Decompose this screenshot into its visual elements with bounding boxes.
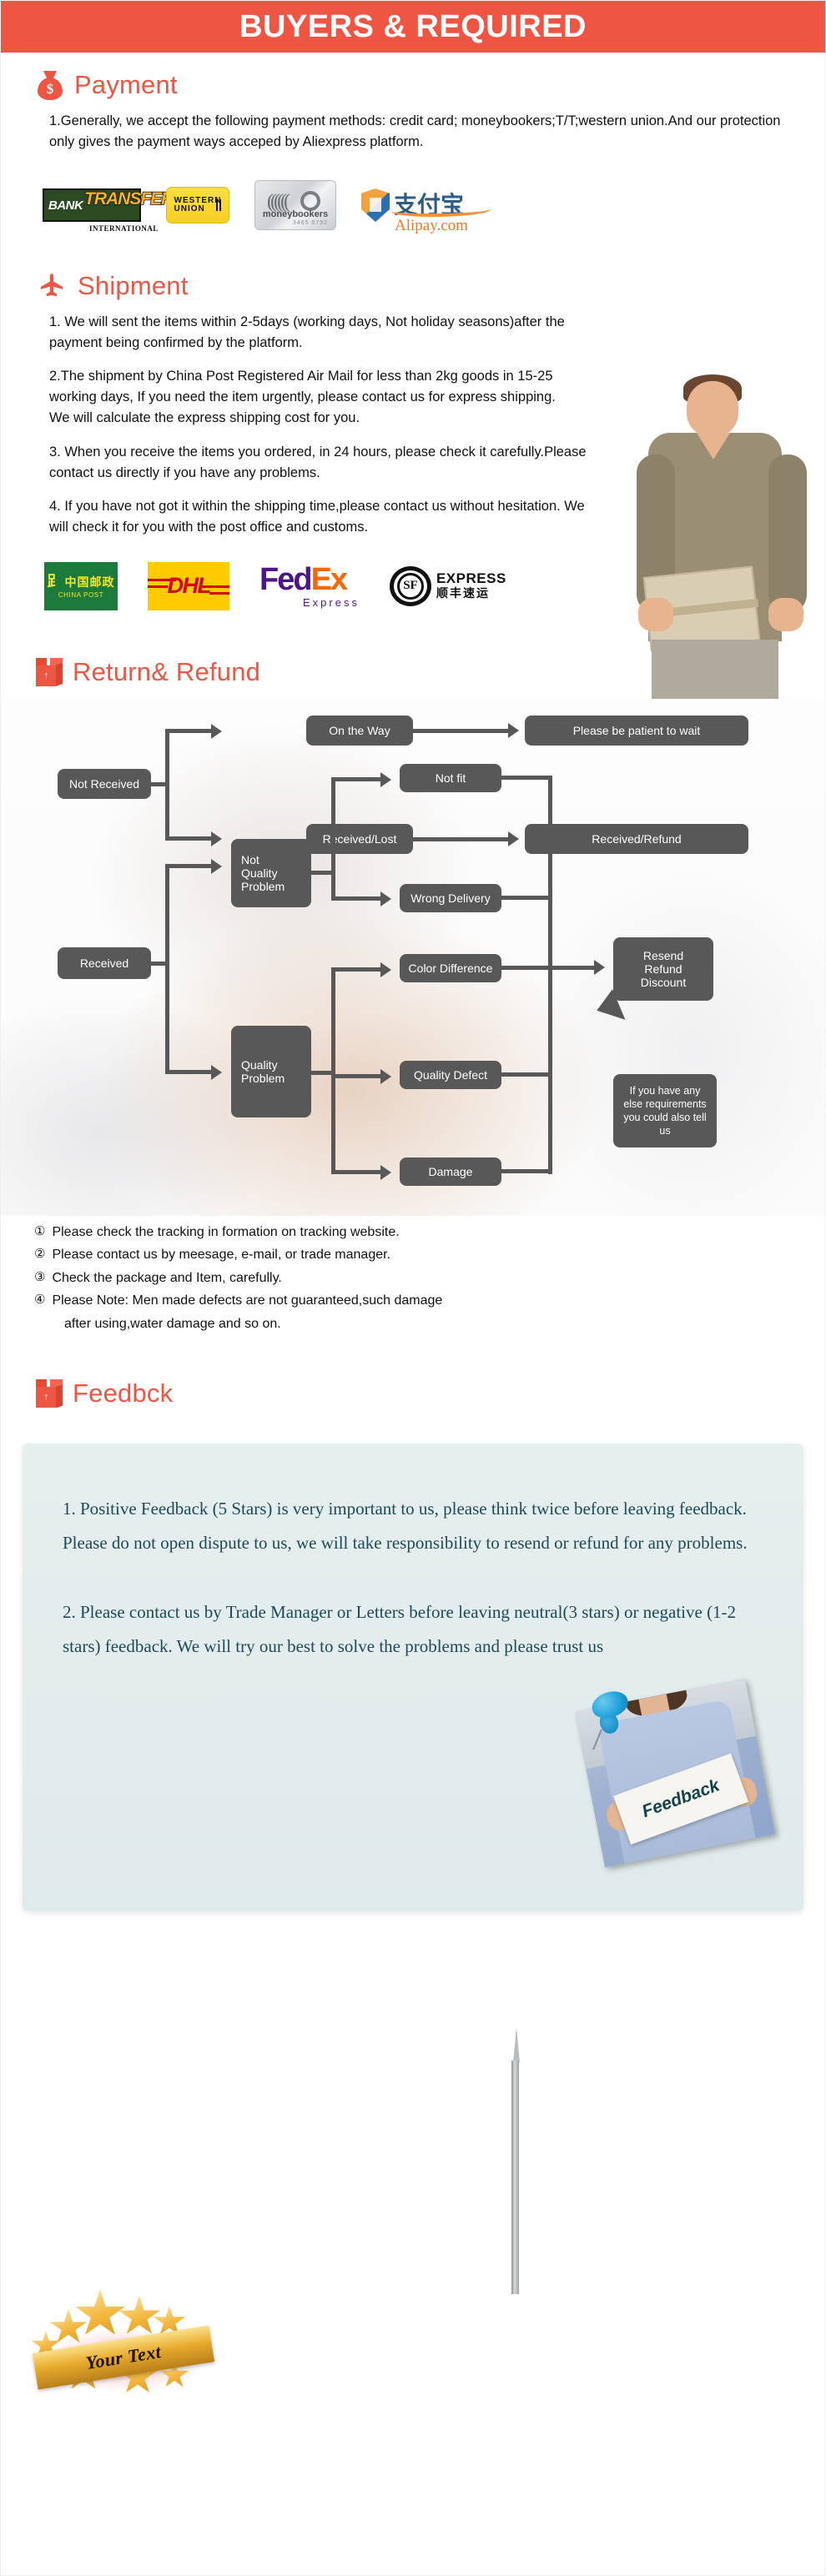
fedex-sublabel: Express xyxy=(303,596,360,610)
section-label-shipment: Shipment xyxy=(78,271,189,301)
feedback-box-icon: ↑ xyxy=(36,1379,63,1409)
note-item: ① Please check the tracking in formation… xyxy=(34,1221,800,1244)
fedex-word-fed: Fed xyxy=(259,562,313,598)
shipment-paragraph-3: We will calculate the express shipping c… xyxy=(49,410,360,426)
section-label-payment: Payment xyxy=(74,70,178,99)
push-pin-icon xyxy=(587,1686,635,1750)
western-union-bars-icon xyxy=(216,199,221,212)
china-post-logo: ⻊ 中国邮政 CHINA POST xyxy=(44,561,118,610)
note-marker-4: ④ xyxy=(34,1292,46,1308)
flow-node-please-be-patient: Please be patient to wait xyxy=(525,715,748,746)
alipay-logo: 支付宝 Alipay.com xyxy=(361,188,491,234)
flow-node-damage: Damage xyxy=(400,1157,501,1186)
shipment-paragraph-2: 2.The shipment by China Post Registered … xyxy=(49,369,556,405)
resend-line-1: Resend xyxy=(642,948,684,962)
shipment-paragraph-5: 4. If you have not got it within the shi… xyxy=(49,498,585,535)
quality-line-1: Quality xyxy=(241,1057,278,1072)
flow-node-not-fit: Not fit xyxy=(400,763,501,792)
badge-text: Your Text xyxy=(83,2341,163,2373)
payment-logos: BANK TRANSFER INTERNATIONAL WESTERN UNIO… xyxy=(1,165,825,234)
flow-node-not-received: Not Received xyxy=(58,768,151,799)
fedex-logo: FedEx Express xyxy=(259,564,360,608)
note-text-1: Please check the tracking in formation o… xyxy=(52,1224,400,1239)
note-marker-2: ② xyxy=(34,1246,46,1262)
bank-transfer-word-transfer: TRANSFER xyxy=(83,188,174,209)
bank-transfer-international-logo: BANK TRANSFER INTERNATIONAL xyxy=(43,188,174,233)
return-refund-flowchart: Not Received On the Way Please be patien… xyxy=(1,698,825,1216)
section-label-return-refund: Return& Refund xyxy=(73,656,261,686)
your-text-star-badge: Your Text xyxy=(31,2287,215,2398)
shipment-paragraph-1: 1. We will sent the items within 2-5days… xyxy=(49,314,565,351)
note-text-3: Check the package and Item, carefully. xyxy=(52,1270,282,1285)
payment-body: 1.Generally, we accept the following pay… xyxy=(1,111,825,153)
product-description-page: BUYERS & REQUIRED $ Payment 1.Generally,… xyxy=(0,0,826,2576)
section-label-feedback: Feedbck xyxy=(73,1378,174,1409)
not-quality-line-2: Quality xyxy=(241,866,278,880)
note-text-4: Please Note: Men made defects are not gu… xyxy=(52,1293,443,1308)
western-union-logo: WESTERN UNION xyxy=(166,187,229,224)
note-item: ④ Please Note: Men made defects are not … xyxy=(34,1289,800,1313)
feedback-paragraph-1: 1. Positive Feedback (5 Stars) is very i… xyxy=(63,1499,748,1554)
section-heading-shipment: Shipment xyxy=(1,270,825,302)
sf-oval-icon: SF xyxy=(389,565,431,606)
flow-node-quality-defect: Quality Defect xyxy=(400,1060,501,1089)
note-text-4-continued: after using,water damage and so on. xyxy=(64,1316,281,1331)
flow-node-color-difference: Color Difference xyxy=(400,953,501,982)
note-item: ② Please contact us by meesage, e-mail, … xyxy=(34,1243,800,1267)
flow-node-on-the-way: On the Way xyxy=(306,715,413,746)
flow-node-resend-refund-discount: Resend Refund Discount xyxy=(613,936,713,1001)
return-box-icon: ↑ xyxy=(36,657,63,686)
shipment-paragraph-4: 3. When you receive the items you ordere… xyxy=(49,444,587,480)
section-heading-feedback: ↑ Feedbck xyxy=(1,1378,825,1409)
return-refund-notes: ① Please check the tracking in formation… xyxy=(1,1216,825,1336)
payment-paragraph-1: 1.Generally, we accept the following pay… xyxy=(49,113,781,150)
page-banner: BUYERS & REQUIRED xyxy=(1,1,825,53)
alipay-swoosh-icon xyxy=(391,203,491,218)
china-post-chinese-label: 中国邮政 xyxy=(64,575,115,590)
china-post-mark-icon: ⻊ xyxy=(47,572,63,590)
china-post-english-label: CHINA POST xyxy=(58,590,104,599)
sf-express-logo: SF EXPRESS 顺丰速运 xyxy=(389,565,506,606)
flow-callout-extra-requirements: If you have any else requirements you co… xyxy=(613,1073,717,1147)
sf-english-label: EXPRESS xyxy=(436,570,506,587)
flow-node-quality-problem: Quality Problem xyxy=(231,1025,311,1117)
note-marker-1: ① xyxy=(34,1223,46,1238)
bank-transfer-word-bank: BANK xyxy=(48,198,83,213)
moneybookers-card-number: 3465 8792 xyxy=(292,220,328,227)
ring-icon xyxy=(300,191,320,212)
alipay-domain-label: Alipay.com xyxy=(395,217,468,235)
bank-transfer-word-international: INTERNATIONAL xyxy=(89,224,159,233)
note-item: ③ Check the package and Item, carefully. xyxy=(34,1267,800,1290)
feedback-paragraph-2: 2. Please contact us by Trade Manager or… xyxy=(63,1602,737,1657)
not-quality-line-3: Problem xyxy=(241,879,285,893)
dhl-logo: DHL xyxy=(148,561,229,610)
sf-mark-label: SF xyxy=(396,572,424,600)
flow-node-wrong-delivery: Wrong Delivery xyxy=(400,883,501,912)
alipay-shield-icon xyxy=(361,188,390,223)
note-marker-3: ③ xyxy=(34,1268,46,1284)
pen-illustration xyxy=(510,2027,523,2294)
resend-line-3: Discount xyxy=(640,975,687,989)
airplane-icon xyxy=(36,270,68,302)
section-heading-payment: $ Payment xyxy=(1,69,825,101)
feedback-placard-text: Feedback xyxy=(639,1775,723,1822)
flow-node-received: Received xyxy=(58,947,151,979)
flow-node-received-lost: Received/Lost xyxy=(306,823,413,854)
flow-node-not-quality-problem: Not Quality Problem xyxy=(231,838,311,907)
quality-line-2: Problem xyxy=(241,1071,285,1085)
wu-line-2: UNION xyxy=(174,204,205,214)
money-bag-icon: $ xyxy=(36,69,64,101)
resend-line-2: Refund xyxy=(644,962,682,976)
moneybookers-logo: (((((( moneybookers 3465 8792 xyxy=(254,180,336,231)
note-text-2: Please contact us by meesage, e-mail, or… xyxy=(52,1248,390,1263)
fedex-word-ex: Ex xyxy=(310,562,349,598)
page-title: BUYERS & REQUIRED xyxy=(239,8,587,44)
not-quality-line-1: Not xyxy=(241,852,259,866)
wu-line-1: WESTERN xyxy=(174,195,222,205)
sf-chinese-label: 顺丰速运 xyxy=(436,586,490,600)
flow-node-received-refund: Received/Refund xyxy=(525,823,748,854)
moneybookers-label: moneybookers xyxy=(262,209,329,220)
